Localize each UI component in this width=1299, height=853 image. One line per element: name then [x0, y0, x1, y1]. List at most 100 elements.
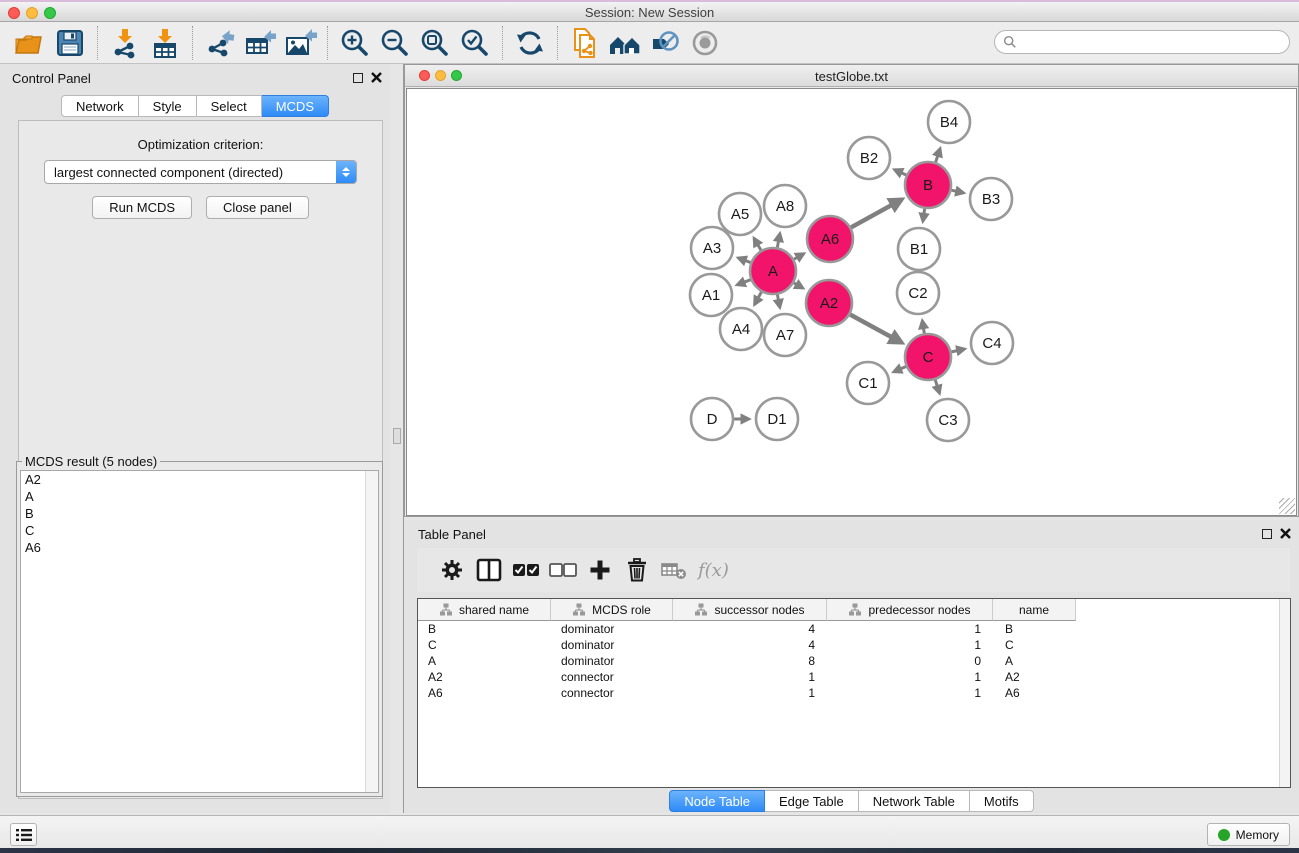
refresh-button[interactable]	[510, 24, 550, 62]
list-item[interactable]: B	[21, 505, 378, 522]
tab-motifs[interactable]: Motifs	[970, 790, 1034, 812]
zoom-fit-button[interactable]	[415, 24, 455, 62]
table-cell[interactable]: A	[418, 654, 551, 668]
graph-edge-A-A5[interactable]	[754, 238, 761, 250]
result-list-scrollbar[interactable]	[365, 471, 378, 792]
graph-edge-B-B1[interactable]	[923, 209, 925, 222]
column-header-name[interactable]: name	[993, 599, 1076, 621]
table-row[interactable]: A2connector11A2	[418, 669, 1290, 685]
table-row[interactable]: Bdominator41B	[418, 621, 1290, 637]
table-cell[interactable]: 4	[673, 622, 827, 636]
table-row[interactable]: A6connector11A6	[418, 685, 1290, 701]
graph-edge-A-A7[interactable]	[777, 295, 779, 308]
export-image-button[interactable]	[280, 24, 320, 62]
tab-network[interactable]: Network	[61, 95, 139, 117]
table-cell[interactable]: 1	[673, 686, 827, 700]
list-item[interactable]: C	[21, 522, 378, 539]
graph-edge-B-B2[interactable]	[894, 170, 906, 175]
import-network-button[interactable]	[105, 24, 145, 62]
table-options-button[interactable]	[433, 552, 470, 588]
export-table-button[interactable]	[240, 24, 280, 62]
float-panel-icon[interactable]	[353, 73, 363, 83]
graph-edge-C-C2[interactable]	[922, 321, 924, 334]
function-builder-button[interactable]: f(x)	[698, 560, 729, 581]
column-header-successor-nodes[interactable]: successor nodes	[673, 599, 827, 621]
table-cell[interactable]: dominator	[551, 638, 673, 652]
table-cell[interactable]: A6	[993, 686, 1076, 700]
list-item[interactable]: A2	[21, 471, 378, 488]
network-canvas[interactable]: B4B2BB3A5A8A6A3B1AA1C2A2A4A7C4CC1C3DD1	[406, 88, 1297, 516]
tab-style[interactable]: Style	[139, 95, 197, 117]
create-column-button[interactable]	[581, 552, 618, 588]
table-cell[interactable]: B	[993, 622, 1076, 636]
table-cell[interactable]: B	[418, 622, 551, 636]
table-scrollbar[interactable]	[1279, 599, 1290, 787]
clone-network-button[interactable]	[565, 24, 605, 62]
table-cell[interactable]: C	[418, 638, 551, 652]
graph-edge-A-A4[interactable]	[755, 292, 762, 304]
table-cell[interactable]: 8	[673, 654, 827, 668]
table-cell[interactable]: 4	[673, 638, 827, 652]
tab-select[interactable]: Select	[197, 95, 262, 117]
table-cell[interactable]: 0	[827, 654, 993, 668]
table-cell[interactable]: 1	[827, 686, 993, 700]
memory-button[interactable]: Memory	[1207, 823, 1290, 846]
table-cell[interactable]: A2	[418, 670, 551, 684]
table-cell[interactable]: A2	[993, 670, 1076, 684]
tab-node-table[interactable]: Node Table	[669, 790, 765, 812]
deselect-all-button[interactable]	[544, 552, 581, 588]
delete-column-button[interactable]	[618, 552, 655, 588]
graph-edge-A-A6[interactable]	[794, 254, 804, 260]
hide-labels-button[interactable]	[645, 24, 685, 62]
graph-edge-B-B4[interactable]	[936, 149, 941, 163]
table-cell[interactable]: A6	[418, 686, 551, 700]
table-cell[interactable]: A	[993, 654, 1076, 668]
table-cell[interactable]: C	[993, 638, 1076, 652]
mcds-result-list[interactable]: A2ABCA6	[20, 470, 379, 793]
select-all-button[interactable]	[507, 552, 544, 588]
table-cell[interactable]: dominator	[551, 622, 673, 636]
run-mcds-button[interactable]: Run MCDS	[92, 196, 192, 219]
graph-edge-A-A3[interactable]	[738, 258, 750, 263]
zoom-out-button[interactable]	[375, 24, 415, 62]
table-cell[interactable]: 1	[827, 622, 993, 636]
table-cell[interactable]: 1	[673, 670, 827, 684]
tab-mcds[interactable]: MCDS	[262, 95, 329, 117]
close-panel-button[interactable]: Close panel	[206, 196, 309, 219]
column-header-predecessor-nodes[interactable]: predecessor nodes	[827, 599, 993, 621]
close-panel-icon[interactable]	[1280, 528, 1291, 539]
list-item[interactable]: A6	[21, 539, 378, 556]
divider-handle[interactable]	[393, 428, 401, 444]
open-session-button[interactable]	[10, 24, 50, 62]
close-panel-icon[interactable]	[371, 72, 382, 83]
home-button[interactable]	[605, 24, 645, 62]
network-graph[interactable]: B4B2BB3A5A8A6A3B1AA1C2A2A4A7C4CC1C3DD1	[407, 89, 1296, 515]
graph-edge-C-C3[interactable]	[935, 380, 939, 393]
save-session-button[interactable]	[50, 24, 90, 62]
table-cell[interactable]: connector	[551, 686, 673, 700]
zoom-in-button[interactable]	[335, 24, 375, 62]
show-graphics-button[interactable]	[685, 24, 725, 62]
task-history-button[interactable]	[10, 823, 37, 846]
table-row[interactable]: Cdominator41C	[418, 637, 1290, 653]
optimization-criterion-dropdown[interactable]: largest connected component (directed)	[44, 160, 357, 184]
network-window-titlebar[interactable]: testGlobe.txt	[405, 65, 1298, 87]
export-network-button[interactable]	[200, 24, 240, 62]
float-panel-icon[interactable]	[1262, 529, 1272, 539]
graph-edge-A-A2[interactable]	[794, 283, 803, 288]
tab-network-table[interactable]: Network Table	[859, 790, 970, 812]
column-header-shared-name[interactable]: shared name	[418, 599, 551, 621]
graph-edge-C-C4[interactable]	[951, 349, 964, 352]
column-header-mcds-role[interactable]: MCDS role	[551, 599, 673, 621]
graph-edge-C-C1[interactable]	[894, 367, 906, 372]
graph-edge-B-B3[interactable]	[951, 190, 963, 193]
table-cell[interactable]: 1	[827, 670, 993, 684]
list-item[interactable]: A	[21, 488, 378, 505]
table-cell[interactable]: dominator	[551, 654, 673, 668]
graph-edge-A2-C[interactable]	[850, 314, 902, 342]
table-cell[interactable]: connector	[551, 670, 673, 684]
table-row[interactable]: Adominator80A	[418, 653, 1290, 669]
graph-edge-A6-B[interactable]	[851, 199, 902, 227]
graph-edge-A-A1[interactable]	[737, 280, 751, 285]
zoom-selected-button[interactable]	[455, 24, 495, 62]
